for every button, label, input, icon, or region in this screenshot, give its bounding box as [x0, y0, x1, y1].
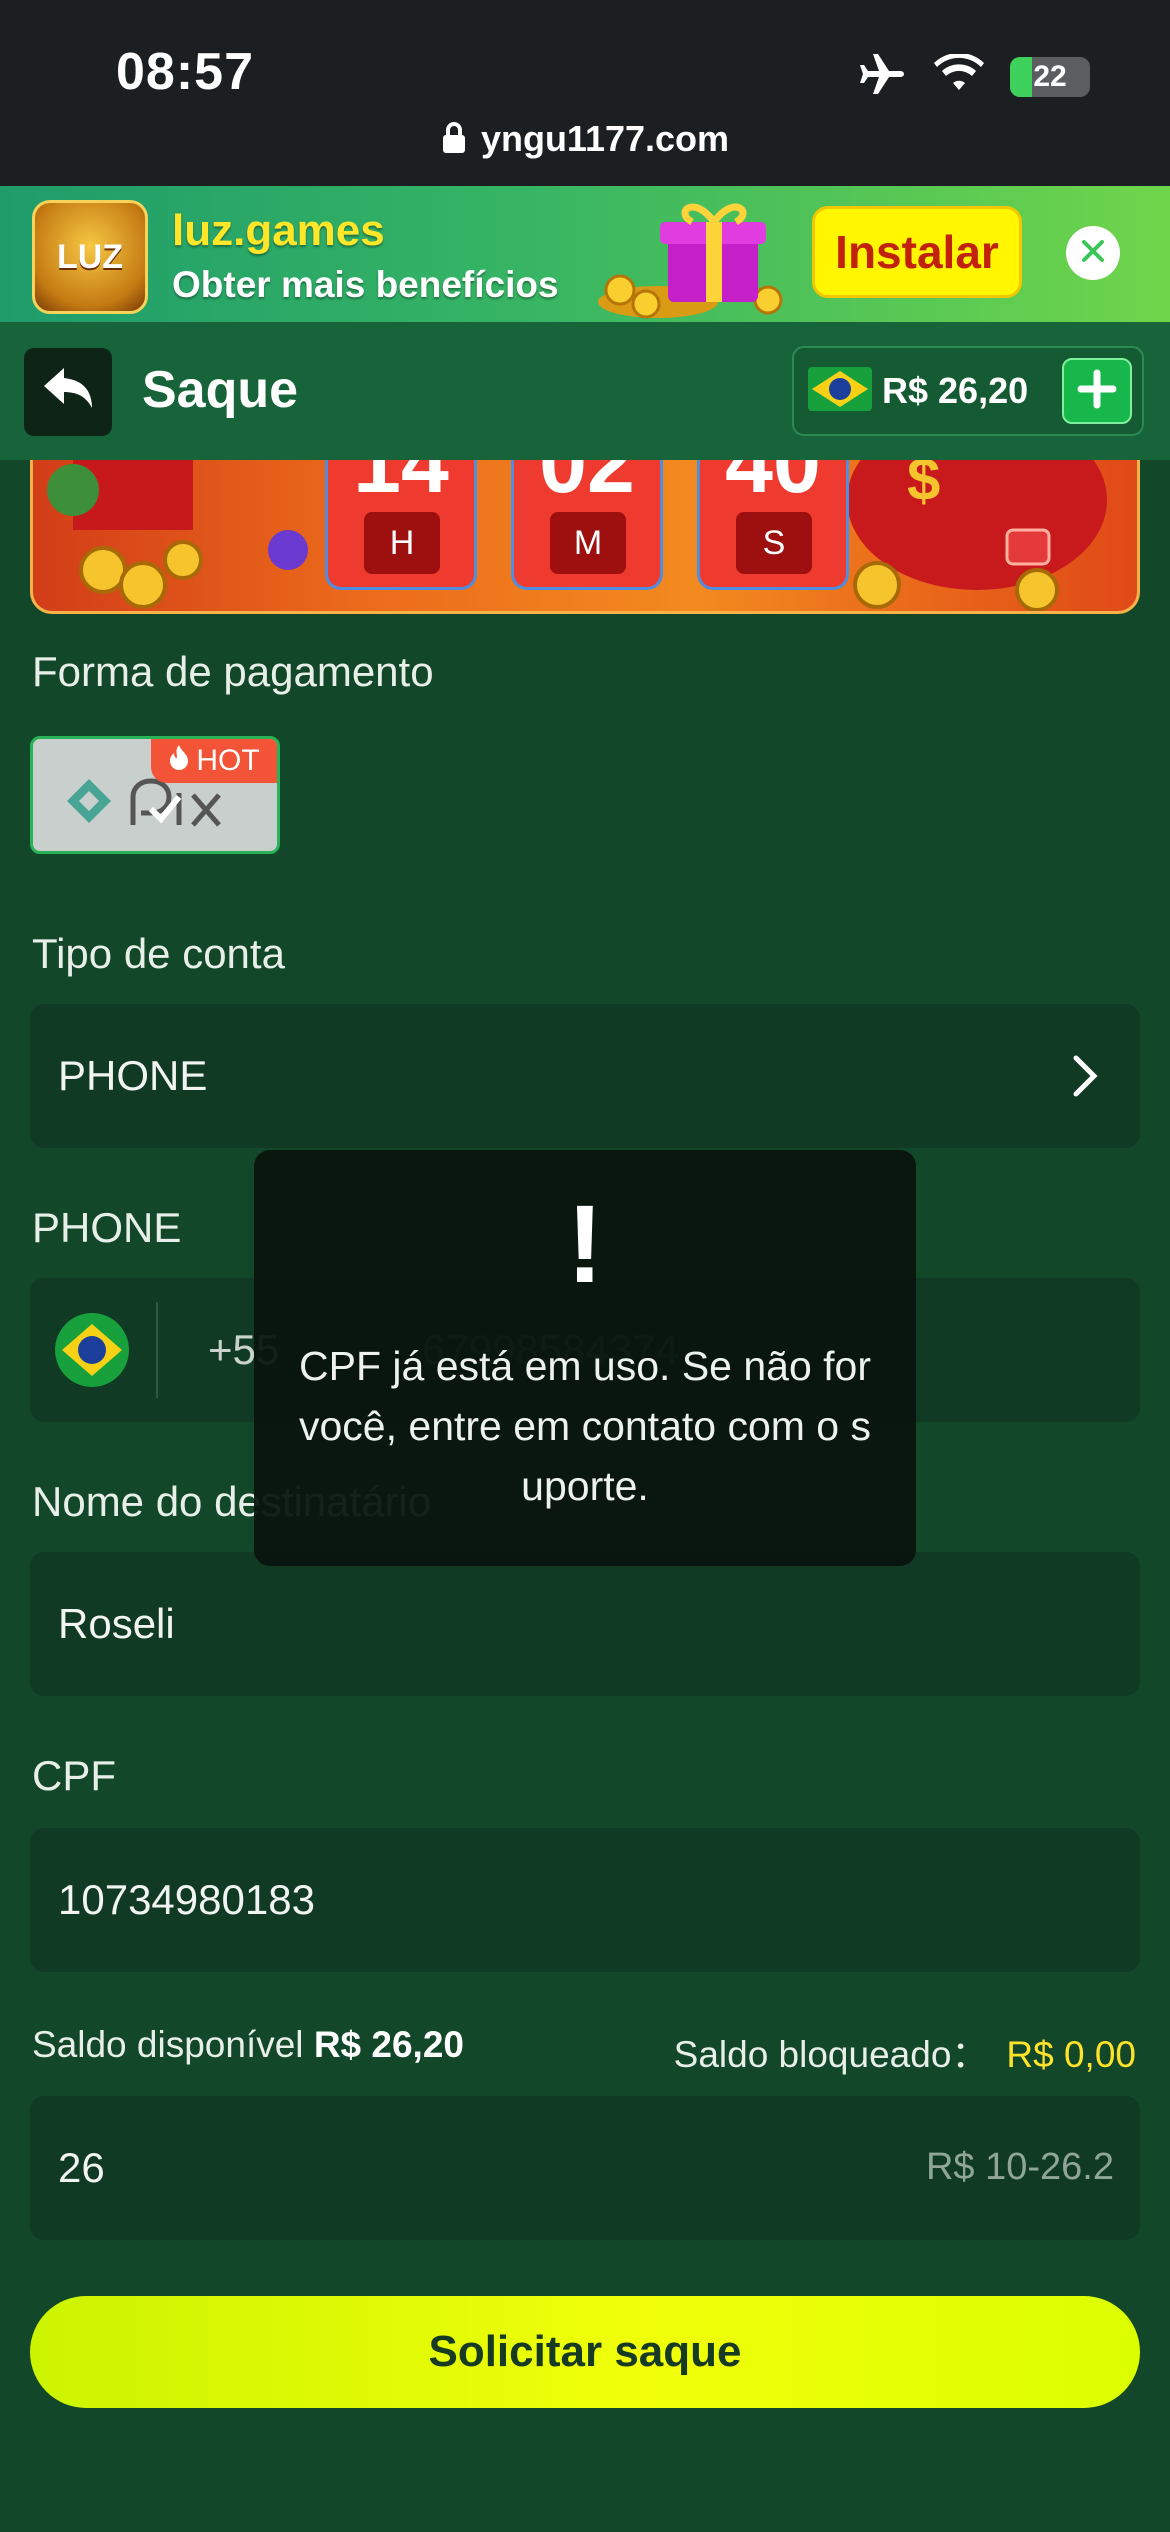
withdraw-amount-value: 26	[58, 2144, 105, 2191]
brazil-flag-icon	[808, 363, 872, 420]
battery-charging-icon: 22	[1010, 56, 1090, 97]
install-button[interactable]: Instalar	[812, 206, 1022, 298]
promo-countdown-banner[interactable]: $ 14 H 02 M 40 S	[30, 460, 1140, 614]
blocked-balance-label: Saldo bloqueado：	[673, 2034, 989, 2075]
error-toast: ! CPF já está em uso. Se não for você, e…	[254, 1150, 916, 1566]
exclamation-icon: !	[566, 1183, 604, 1306]
wifi-icon	[934, 52, 984, 99]
money-bag-illustration: $	[847, 460, 1107, 611]
cpf-input[interactable]: 10734980183	[30, 1828, 1140, 1972]
install-banner: LUZ luz.games Obter mais benefícios Inst…	[0, 186, 1170, 322]
page-title: Saque	[142, 361, 299, 419]
chevron-right-icon	[1072, 1054, 1100, 1103]
toast-message: CPF já está em uso. Se não for você, ent…	[299, 1343, 871, 1509]
banner-title: luz.games	[172, 206, 385, 255]
account-type-label: Tipo de conta	[32, 930, 285, 977]
timer-minutes: 02 M	[511, 460, 663, 590]
timer-hours: 14 H	[325, 460, 477, 590]
pix-payment-option[interactable]: HOT	[30, 736, 280, 854]
brazil-flag-icon	[54, 1312, 130, 1393]
available-balance: Saldo disponível R$ 26,20	[32, 2024, 464, 2066]
timer-hours-unit: H	[364, 512, 440, 574]
phone-label: PHONE	[32, 1204, 182, 1251]
banner-close-button[interactable]	[1066, 226, 1120, 280]
status-icons: 22	[858, 52, 1090, 101]
svg-text:$: $	[907, 460, 940, 513]
airplane-icon	[858, 52, 908, 101]
cpf-label: CPF	[32, 1752, 116, 1799]
header-balance: R$ 26,20	[882, 370, 1029, 411]
withdraw-amount-input[interactable]: 26 R$ 10-26.2	[30, 2096, 1140, 2240]
blocked-balance-value: R$ 0,00	[1006, 2034, 1136, 2075]
app-logo: LUZ	[32, 200, 148, 314]
timer-minutes-value: 02	[539, 460, 635, 511]
available-balance-label: Saldo disponível	[32, 2024, 304, 2065]
recipient-name-value: Roseli	[58, 1600, 175, 1647]
timer-seconds-value: 40	[725, 460, 821, 511]
timer-seconds-unit: S	[736, 512, 812, 574]
account-type-value: PHONE	[58, 1052, 208, 1099]
balance-widget: R$ 26,20	[792, 346, 1144, 436]
phone-divider	[156, 1302, 158, 1398]
plus-icon	[1077, 369, 1117, 414]
recipient-name-input[interactable]: Roseli	[30, 1552, 1140, 1696]
back-button[interactable]	[24, 348, 112, 436]
status-time: 08:57	[116, 43, 254, 101]
payment-method-label: Forma de pagamento	[32, 648, 434, 695]
withdraw-amount-range: R$ 10-26.2	[925, 2146, 1114, 2188]
close-icon	[1078, 236, 1108, 271]
gift-coins-illustration	[598, 203, 783, 319]
account-type-select[interactable]: PHONE	[30, 1004, 1140, 1148]
banner-subtitle: Obter mais benefícios	[172, 264, 559, 305]
hot-badge: HOT	[151, 739, 277, 783]
fire-icon	[168, 743, 190, 779]
status-bar: 08:57 22 yngu1177.com	[0, 0, 1170, 186]
blocked-balance: Saldo bloqueado： R$ 0,00	[674, 2024, 1136, 2078]
battery-level: 22	[1033, 59, 1067, 93]
back-arrow-icon	[40, 364, 96, 421]
address-bar[interactable]: yngu1177.com	[0, 118, 1170, 160]
coins-illustration	[47, 460, 308, 609]
url-text: yngu1177.com	[480, 118, 730, 159]
timer-seconds: 40 S	[697, 460, 849, 590]
timer-minutes-unit: M	[550, 512, 626, 574]
request-withdrawal-button[interactable]: Solicitar saque	[30, 2296, 1140, 2408]
available-balance-value: R$ 26,20	[313, 2024, 464, 2065]
cpf-value: 10734980183	[58, 1876, 315, 1923]
deposit-plus-button[interactable]	[1062, 358, 1132, 424]
hot-badge-label: HOT	[196, 744, 260, 777]
page-header: Saque R$ 26,20	[0, 322, 1170, 460]
timer-hours-value: 14	[353, 460, 449, 511]
lock-icon	[441, 118, 481, 159]
